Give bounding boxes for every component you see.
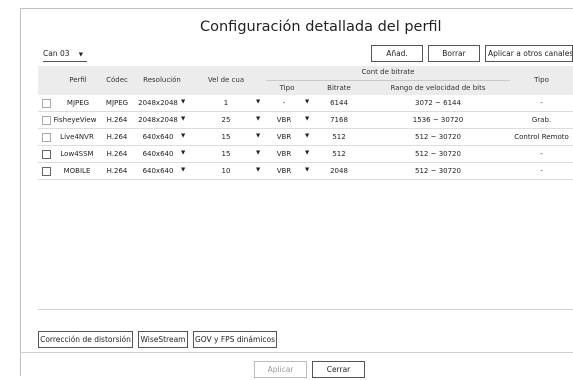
dialog-border-left [20, 8, 21, 376]
cell-codec: H.264 [106, 116, 128, 124]
cell-tipo-evento: - [540, 150, 543, 158]
cell-resolucion[interactable]: 2048x2048 [136, 99, 180, 107]
cell-perfil: FisheyeView [53, 116, 97, 124]
row-checkbox[interactable] [42, 116, 51, 125]
wisestream-button[interactable]: WiseStream [138, 331, 188, 348]
distortion-correction-button[interactable]: Corrección de distorsión [38, 331, 133, 348]
chevron-down-icon[interactable]: ▼ [181, 133, 185, 139]
dialog-title: Configuración detallada del perfil [200, 19, 442, 35]
chevron-down-icon[interactable]: ▼ [305, 99, 309, 105]
apply-to-other-channels-button[interactable]: Aplicar a otros canales [485, 45, 573, 62]
cell-tipo[interactable]: VBR [266, 167, 302, 175]
cell-perfil: Low4SSM [60, 150, 94, 158]
cell-vel[interactable]: 25 [208, 116, 244, 124]
header-codec: Códec [106, 76, 128, 84]
header-perfil: Perfil [69, 76, 87, 84]
row-checkbox[interactable] [42, 167, 51, 176]
cell-resolucion[interactable]: 640x640 [136, 167, 180, 175]
chevron-down-icon[interactable]: ▼ [256, 167, 260, 173]
footer-divider [20, 352, 573, 353]
cell-vel[interactable]: 15 [208, 150, 244, 158]
cell-tipo[interactable]: - [266, 99, 302, 107]
chevron-down-icon[interactable]: ▼ [256, 116, 260, 122]
cell-codec: H.264 [106, 167, 128, 175]
cell-rango: 512 ~ 30720 [415, 167, 461, 175]
cell-resolucion[interactable]: 640x640 [136, 133, 180, 141]
dialog-border-top [20, 8, 573, 9]
cell-perfil: MOBILE [63, 167, 91, 175]
cell-tipo[interactable]: VBR [266, 116, 302, 124]
cell-tipo[interactable]: VBR [266, 150, 302, 158]
cell-tipo-evento: Control Remoto [514, 133, 569, 141]
chevron-down-icon[interactable]: ▼ [305, 116, 309, 122]
chevron-down-icon[interactable]: ▼ [181, 99, 185, 105]
cell-tipo-evento: - [540, 167, 543, 175]
row-checkbox[interactable] [42, 133, 51, 142]
cell-bitrate[interactable]: 512 [318, 133, 360, 141]
cell-codec: H.264 [106, 133, 128, 141]
chevron-down-icon[interactable]: ▼ [181, 167, 185, 173]
header-divider [266, 80, 510, 81]
header-tipo-evento: Tipo [534, 76, 549, 84]
chevron-down-icon[interactable]: ▼ [256, 99, 260, 105]
header-bitrate: Bitrate [327, 84, 351, 92]
profile-settings-dialog: Configuración detallada del perfil Can 0… [0, 0, 573, 380]
cell-vel[interactable]: 15 [208, 133, 244, 141]
cell-rango: 3072 ~ 6144 [415, 99, 461, 107]
cell-rango: 512 ~ 30720 [415, 133, 461, 141]
close-button[interactable]: Cerrar [312, 361, 365, 378]
header-tipo: Tipo [279, 84, 295, 92]
chevron-down-icon[interactable]: ▼ [181, 150, 185, 156]
table-row[interactable]: MOBILE H.264 640x640 ▼ 10 ▼ VBR ▼ 2048 5… [38, 164, 573, 180]
table-bottom-divider [38, 309, 573, 310]
cell-perfil: MJPEG [66, 99, 90, 107]
cell-bitrate[interactable]: 2048 [318, 167, 360, 175]
chevron-down-icon[interactable]: ▼ [305, 167, 309, 173]
channel-select-value: Can 03 [43, 49, 70, 58]
apply-button[interactable]: Aplicar [254, 361, 307, 378]
header-cont-bitrate: Cont de bitrate [361, 68, 415, 76]
chevron-down-icon[interactable]: ▼ [256, 150, 260, 156]
cell-rango: 512 ~ 30720 [415, 150, 461, 158]
cell-tipo-evento: Grab. [531, 116, 552, 124]
row-checkbox[interactable] [42, 99, 51, 108]
cell-resolucion[interactable]: 640x640 [136, 150, 180, 158]
add-profile-button[interactable]: Añad. [371, 45, 423, 62]
cell-tipo[interactable]: VBR [266, 133, 302, 141]
cell-bitrate[interactable]: 512 [318, 150, 360, 158]
chevron-down-icon[interactable]: ▼ [305, 150, 309, 156]
cell-bitrate[interactable]: 6144 [318, 99, 360, 107]
table-row[interactable]: Low4SSM H.264 640x640 ▼ 15 ▼ VBR ▼ 512 5… [38, 147, 573, 163]
chevron-down-icon: ▼ [78, 52, 83, 58]
cell-perfil: Live4NVR [60, 133, 94, 141]
cell-bitrate[interactable]: 7168 [318, 116, 360, 124]
cell-codec: H.264 [106, 150, 128, 158]
cell-tipo-evento: - [540, 99, 543, 107]
cell-vel[interactable]: 1 [208, 99, 244, 107]
table-row[interactable]: Live4NVR H.264 640x640 ▼ 15 ▼ VBR ▼ 512 … [38, 130, 573, 146]
header-resolucion: Resolución [143, 76, 181, 84]
header-vel-cua: Vel de cua [207, 76, 245, 84]
chevron-down-icon[interactable]: ▼ [181, 116, 185, 122]
cell-rango: 1536 ~ 30720 [412, 116, 464, 124]
row-checkbox[interactable] [42, 150, 51, 159]
channel-select[interactable]: Can 03 ▼ [43, 48, 87, 62]
table-header: Perfil Códec Resolución Vel de cua Cont … [38, 66, 573, 95]
dynamic-gov-fps-button[interactable]: GOV y FPS dinámicos [193, 331, 277, 348]
delete-profile-button[interactable]: Borrar [428, 45, 480, 62]
header-rango: Rango de velocidad de bits [390, 84, 486, 92]
cell-vel[interactable]: 10 [208, 167, 244, 175]
cell-resolucion[interactable]: 2048x2048 [136, 116, 180, 124]
table-row[interactable]: MJPEG MJPEG 2048x2048 ▼ 1 ▼ - ▼ 6144 307… [38, 96, 573, 112]
table-row[interactable]: FisheyeView H.264 2048x2048 ▼ 25 ▼ VBR ▼… [38, 113, 573, 129]
cell-codec: MJPEG [105, 99, 129, 107]
chevron-down-icon[interactable]: ▼ [256, 133, 260, 139]
chevron-down-icon[interactable]: ▼ [305, 133, 309, 139]
